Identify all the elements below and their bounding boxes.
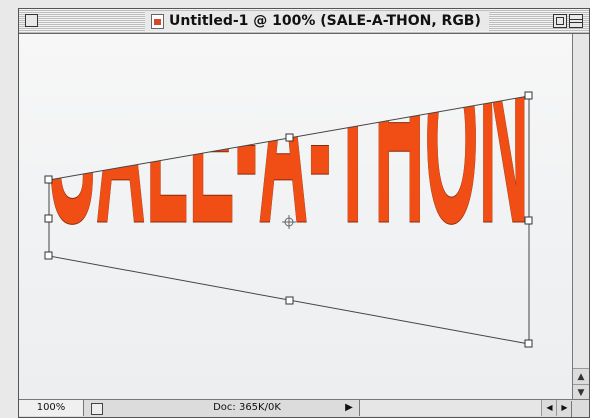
title-bar[interactable]: Untitled-1 @ 100% (SALE-A-THON, RGB) [19,9,589,34]
scroll-left-arrow-icon[interactable]: ◀ [541,400,557,416]
artwork-text: SALE-A-THON [49,34,529,273]
handle-bottom-right[interactable] [524,339,533,348]
preview-box-icon[interactable] [91,403,103,415]
close-box-icon[interactable] [25,14,38,27]
vertical-scrollbar[interactable]: ▲ ▼ [572,34,589,401]
handle-middle-left[interactable] [44,214,53,223]
resize-grip-icon[interactable] [571,401,589,417]
window-title: Untitled-1 @ 100% (SALE-A-THON, RGB) [169,13,481,29]
handle-top-left[interactable] [44,175,53,184]
status-bar: 100% Doc: 365K/0K ▶ ◀ ▶ [19,399,589,417]
document-window: Untitled-1 @ 100% (SALE-A-THON, RGB) SAL… [18,8,590,418]
horizontal-scrollbar[interactable]: ◀ ▶ [359,400,572,416]
window-title-group: Untitled-1 @ 100% (SALE-A-THON, RGB) [145,11,489,31]
handle-top-right[interactable] [524,91,533,100]
scroll-right-arrow-icon[interactable]: ▶ [556,400,572,416]
handle-middle-right[interactable] [524,216,533,225]
canvas-svg: SALE-A-THON [44,34,533,348]
scroll-up-arrow-icon[interactable]: ▲ [573,368,589,385]
collapse-box-icon[interactable] [569,14,583,28]
status-menu-arrow-icon[interactable]: ▶ [343,402,355,414]
zoom-level-field[interactable]: 100% [19,400,84,416]
handle-bottom-middle[interactable] [285,296,294,305]
document-icon [151,13,164,29]
handle-top-middle[interactable] [285,133,294,142]
canvas-area[interactable]: SALE-A-THON [19,34,574,401]
zoom-box-icon[interactable] [553,14,567,28]
handle-bottom-left[interactable] [44,251,53,260]
artwork-text-group: SALE-A-THON [49,34,529,274]
document-size-info: Doc: 365K/0K [213,402,281,413]
